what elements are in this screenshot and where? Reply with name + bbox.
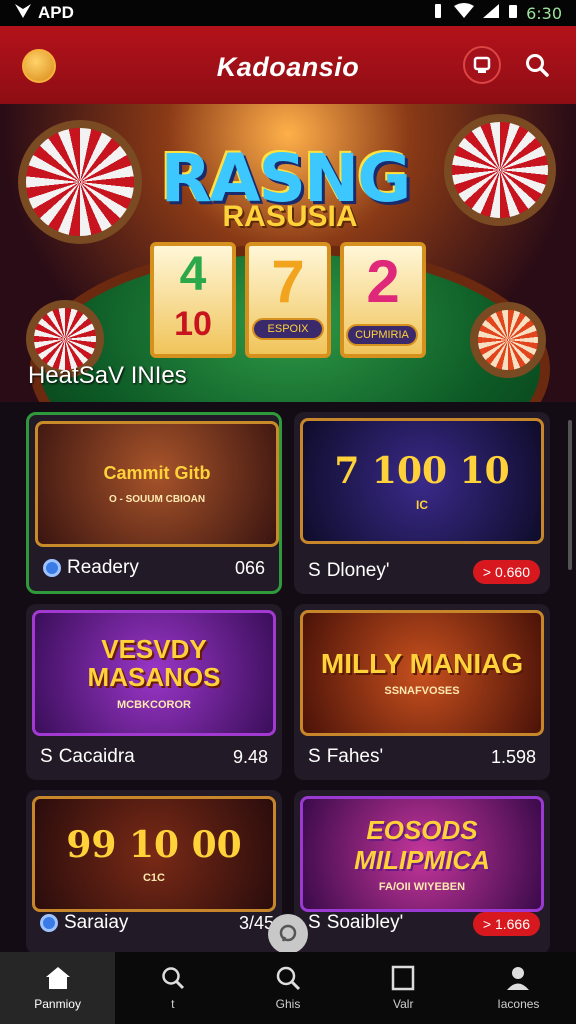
nav-label: Panmioy [34, 997, 81, 1011]
wifi-icon [454, 2, 475, 24]
thumb-title: 7 100 10 [334, 450, 510, 492]
game-card[interactable]: 7 100 10 IC S Dloney' > 0.660 [294, 412, 550, 594]
game-name-prefix: S [308, 560, 321, 581]
game-name: Saraiay [40, 912, 128, 934]
thumb-subtitle: SSNAFVOSES [384, 685, 460, 697]
game-name: Readery [43, 557, 139, 579]
nav-wallet[interactable]: Valr [346, 952, 461, 1024]
location-icon [14, 3, 32, 24]
thumb-subtitle: O - SOUUM CBIOAN [108, 494, 206, 505]
thumb-title: 99 10 00 [66, 824, 242, 866]
game-value-pill[interactable]: > 0.660 [472, 560, 540, 584]
game-name-text: Dloney' [326, 560, 390, 581]
chat-icon [279, 924, 297, 942]
roulette-wheel [6, 108, 154, 256]
thumb-subtitle: FA/OII WIYEBEN [378, 881, 466, 893]
reel-number: 2 [366, 248, 400, 315]
game-card[interactable]: EOSODS MILIPMICA FA/OII WIYEBEN S Soaible… [294, 790, 550, 954]
game-value: 066 [234, 558, 265, 578]
nav-explore[interactable]: Ghis [230, 952, 345, 1024]
game-name-text: Soaibley' [326, 912, 404, 933]
game-thumbnail: 99 10 00 C1C [32, 796, 276, 912]
cast-icon [473, 56, 491, 73]
status-bar: APD 6:30 [0, 0, 576, 26]
game-name-prefix: S [40, 746, 53, 767]
slot-reel: 4 10 [150, 242, 236, 358]
vibrate-icon [430, 3, 446, 24]
game-badge-icon [43, 559, 61, 577]
game-value-pill[interactable]: > 1.666 [472, 912, 540, 936]
game-name-text: Fahes' [326, 746, 384, 767]
nav-label: Ghis [275, 997, 301, 1011]
hero-brand-subtitle: RASUSIA [222, 200, 358, 233]
game-name: S Fahes' [308, 746, 383, 768]
thumb-subtitle: MCBKCOROR [117, 699, 191, 711]
home-icon [45, 967, 70, 989]
game-thumbnail: 7 100 10 IC [300, 418, 544, 544]
thumb-title: MILLY MANIAG [320, 648, 524, 679]
reel-badge: CUPMIRIA [346, 324, 418, 346]
search-icon [526, 54, 549, 77]
square-icon [391, 965, 415, 991]
game-name: S Cacaidra [40, 746, 135, 768]
game-name-prefix: S [308, 746, 321, 767]
thumb-subtitle: IC [415, 498, 428, 512]
game-name: S Dloney' [308, 560, 389, 582]
battery-icon [508, 3, 518, 24]
signal-icon [482, 3, 500, 24]
game-thumbnail: Cammit Gitb O - SOUUM CBIOAN [35, 421, 279, 547]
hero-caption: HeatSaV INIes [28, 362, 187, 389]
scrollbar[interactable] [568, 420, 572, 570]
bottom-navigation: Panmioy t Ghis Valr Iacones [0, 952, 576, 1024]
thumb-title: EOSODS MILIPMICA [354, 815, 490, 875]
nav-label: Valr [392, 997, 414, 1011]
search-icon [276, 966, 301, 991]
game-value: 1.598 [490, 747, 536, 767]
thumb-subtitle: C1C [142, 872, 165, 884]
hero-banner[interactable]: RASNG RASUSIA 4 10 7 2 ESPOIX CUPMIRIA H… [0, 104, 576, 402]
roulette-wheel [444, 114, 556, 226]
roulette-wheel [470, 302, 546, 378]
search-button[interactable] [518, 46, 556, 84]
game-name-text: Saraiay [64, 912, 129, 933]
thumb-title: Cammit Gitb [103, 463, 211, 483]
game-thumbnail: EOSODS MILIPMICA FA/OII WIYEBEN [300, 796, 544, 912]
cast-button[interactable] [463, 46, 501, 84]
clock: 6:30 [526, 3, 562, 23]
game-name-text: Cacaidra [58, 746, 135, 767]
reel-number: 7 [271, 248, 305, 315]
nav-label: Iacones [497, 997, 540, 1011]
nav-home[interactable]: Panmioy [0, 952, 116, 1024]
user-icon [507, 967, 530, 990]
game-name: S Soaibley' [308, 912, 403, 934]
game-card[interactable]: 99 10 00 C1C Saraiay 3/45 [26, 790, 282, 954]
game-value: 9.48 [232, 747, 268, 767]
game-badge-icon [40, 914, 58, 932]
app-bar: Kadoansio [0, 26, 576, 104]
game-thumbnail: VESVDY MASANOS MCBKCOROR [32, 610, 276, 736]
carrier-label: APD [38, 3, 74, 22]
nav-account[interactable]: Iacones [461, 952, 576, 1024]
game-card[interactable]: Cammit Gitb O - SOUUM CBIOAN Readery 066 [26, 412, 282, 594]
thumb-title: VESVDY MASANOS [87, 634, 221, 692]
reel-number: 10 [174, 305, 212, 343]
reel-badge: ESPOIX [252, 318, 324, 340]
game-name-text: Readery [67, 557, 139, 578]
nav-search[interactable]: t [115, 952, 230, 1024]
game-thumbnail: MILLY MANIAG SSNAFVOSES [300, 610, 544, 736]
reel-number: 4 [179, 248, 207, 301]
game-card[interactable]: MILLY MANIAG SSNAFVOSES S Fahes' 1.598 [294, 604, 550, 780]
slot-reel: 7 [245, 242, 331, 358]
game-card[interactable]: VESVDY MASANOS MCBKCOROR S Cacaidra 9.48 [26, 604, 282, 780]
floating-action-button[interactable] [268, 914, 308, 954]
nav-label: t [171, 997, 175, 1011]
game-name-prefix: S [308, 912, 321, 933]
search-icon [162, 967, 184, 990]
